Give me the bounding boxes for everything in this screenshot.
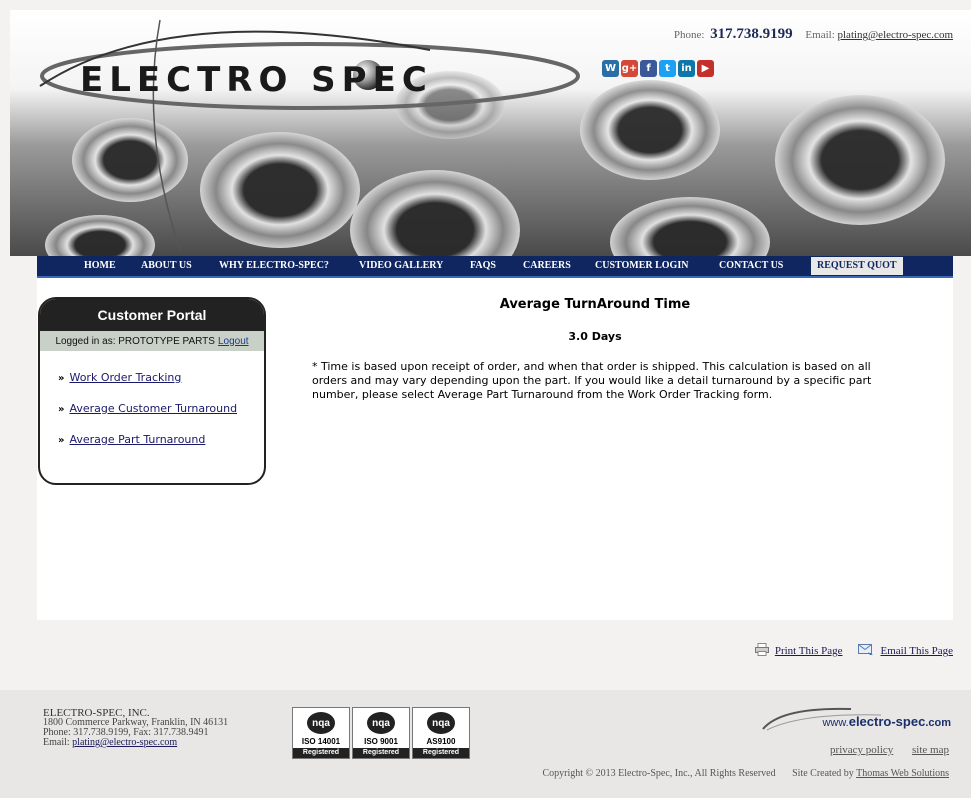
footer: ELECTRO-SPEC, INC. 1800 Commerce Parkway…: [0, 690, 971, 798]
portal-title: Customer Portal: [40, 299, 264, 331]
copyright-text: Copyright © 2013 Electro-Spec, Inc., All…: [542, 768, 776, 779]
nav-video-gallery[interactable]: VIDEO GALLERY: [359, 260, 443, 271]
twitter-icon[interactable]: t: [659, 60, 676, 77]
email-label: Email:: [805, 29, 835, 41]
logged-in-text: Logged in as: PROTOTYPE PARTS: [55, 335, 215, 347]
youtube-icon[interactable]: ▶: [697, 60, 714, 77]
footer-url: www.electro-spec.com: [822, 714, 951, 729]
portal-link-average-part-turnaround: » Average Part Turnaround: [58, 433, 205, 446]
nav-request-quote[interactable]: REQUEST QUOT: [811, 257, 903, 275]
nav-careers[interactable]: CAREERS: [523, 260, 571, 271]
header-image: [10, 10, 971, 256]
arrow-icon: »: [58, 404, 65, 415]
footer-email-link[interactable]: plating@electro-spec.com: [72, 737, 177, 748]
footer-address: ELECTRO-SPEC, INC. 1800 Commerce Parkway…: [43, 708, 228, 748]
nav-contact-us[interactable]: CONTACT US: [719, 260, 783, 271]
iso-14001-badge: nqa ISO 14001 Registered: [292, 707, 350, 759]
footer-url-logo[interactable]: www.electro-spec.com: [761, 703, 951, 733]
work-order-tracking-link[interactable]: Work Order Tracking: [69, 371, 181, 384]
site-created-text: Site Created by: [792, 768, 854, 779]
site-map-link[interactable]: site map: [912, 744, 949, 756]
footer-links: privacy policy site map: [814, 744, 949, 756]
printer-icon[interactable]: [754, 643, 769, 659]
content-area: Customer Portal Logged in as: PROTOTYPE …: [37, 278, 953, 620]
social-links: Wg+ f t in ▶: [602, 60, 714, 77]
google-plus-icon[interactable]: g+: [621, 60, 638, 77]
nqa-logo: nqa: [427, 712, 455, 734]
print-page-link[interactable]: Print This Page: [775, 645, 843, 657]
header-contact: Phone: 317.738.9199 Email: plating@elect…: [674, 26, 953, 43]
main-nav: HOME ABOUT US WHY ELECTRO-SPEC? VIDEO GA…: [37, 256, 953, 278]
nav-faqs[interactable]: FAQS: [470, 260, 496, 271]
badge-standard: ISO 14001: [301, 737, 341, 746]
page-title: Average TurnAround Time: [499, 297, 691, 312]
url-suffix: .com: [925, 717, 951, 729]
nav-about-us[interactable]: ABOUT US: [141, 260, 192, 271]
average-customer-turnaround-link[interactable]: Average Customer Turnaround: [69, 402, 237, 415]
header-banner: ELECTRO SPEC Phone: 317.738.9199 Email: …: [10, 10, 971, 256]
logo[interactable]: ELECTRO SPEC: [80, 60, 433, 100]
badge-registered: Registered: [413, 748, 469, 758]
turnaround-note: * Time is based upon receipt of order, a…: [312, 360, 872, 401]
wordpress-icon[interactable]: W: [602, 60, 619, 77]
phone-label: Phone:: [673, 29, 705, 41]
arrow-icon: »: [58, 373, 65, 384]
email-icon[interactable]: [858, 643, 874, 659]
phone-number: 317.738.9199: [710, 26, 793, 42]
linkedin-icon[interactable]: in: [678, 60, 695, 77]
header-email-link[interactable]: plating@electro-spec.com: [838, 29, 954, 41]
privacy-policy-link[interactable]: privacy policy: [830, 744, 893, 756]
customer-portal-box: Customer Portal Logged in as: PROTOTYPE …: [38, 297, 266, 485]
nav-why-electro-spec[interactable]: WHY ELECTRO-SPEC?: [219, 260, 329, 271]
footer-email-label: Email:: [43, 737, 70, 748]
email-page-link[interactable]: Email This Page: [880, 645, 953, 657]
certification-badges: nqa ISO 14001 Registered nqa ISO 9001 Re…: [292, 707, 470, 759]
nav-customer-login[interactable]: CUSTOMER LOGIN: [595, 260, 688, 271]
nqa-logo: nqa: [307, 712, 335, 734]
arrow-icon: »: [58, 435, 65, 446]
portal-link-work-order-tracking: » Work Order Tracking: [58, 371, 181, 384]
badge-registered: Registered: [353, 748, 409, 758]
url-main: electro-spec: [848, 714, 926, 729]
iso-9001-badge: nqa ISO 9001 Registered: [352, 707, 410, 759]
badge-registered: Registered: [293, 748, 349, 758]
page-actions: Print This Page Email This Page: [754, 643, 953, 659]
badge-standard: AS9100: [426, 737, 456, 746]
facebook-icon[interactable]: f: [640, 60, 657, 77]
portal-login-status: Logged in as: PROTOTYPE PARTS Logout: [40, 331, 264, 351]
logout-link[interactable]: Logout: [218, 336, 249, 347]
badge-standard: ISO 9001: [364, 737, 398, 746]
nav-home[interactable]: HOME: [84, 260, 116, 271]
as9100-badge: nqa AS9100 Registered: [412, 707, 470, 759]
portal-link-average-customer-turnaround: » Average Customer Turnaround: [58, 402, 237, 415]
average-part-turnaround-link[interactable]: Average Part Turnaround: [69, 433, 205, 446]
url-prefix: www.: [822, 717, 849, 729]
turnaround-days: 3.0 Days: [568, 330, 622, 343]
footer-copyright: Copyright © 2013 Electro-Spec, Inc., All…: [542, 768, 949, 779]
footer-email-line: Email: plating@electro-spec.com: [43, 738, 228, 748]
creator-link[interactable]: Thomas Web Solutions: [856, 768, 949, 779]
nqa-logo: nqa: [367, 712, 395, 734]
